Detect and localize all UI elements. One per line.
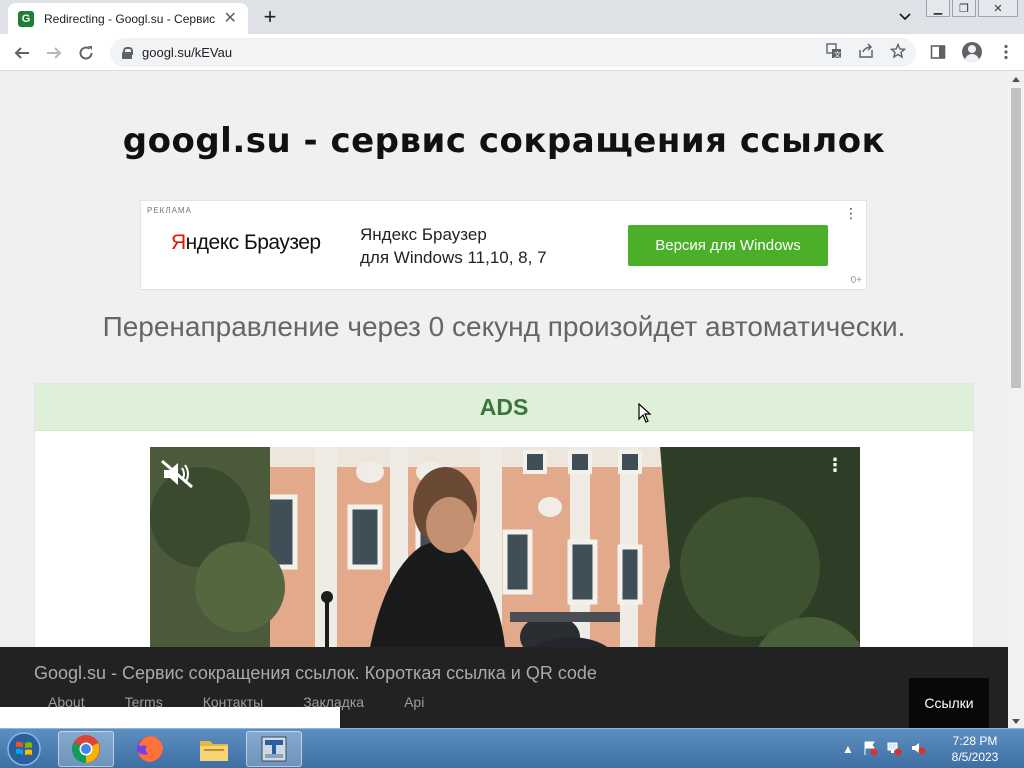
side-panel-icon[interactable]: [926, 40, 950, 64]
new-tab-button[interactable]: +: [258, 4, 282, 29]
clock-time: 7:28 PM: [952, 734, 998, 748]
footer-link-api[interactable]: Api: [404, 694, 424, 710]
footer-brand[interactable]: Googl.su - Сервис сокращения ссылок. Кор…: [34, 663, 597, 684]
taskbar-firefox-icon[interactable]: [122, 731, 178, 767]
address-url[interactable]: googl.su/kEVau: [142, 45, 232, 60]
taskbar-clock[interactable]: 7:28 PM 8/5/2023: [940, 733, 1010, 765]
ad-age-rating: 0+: [850, 275, 862, 286]
network-icon[interactable]: [886, 740, 902, 759]
ad-text-line1: Яндекс Браузер: [360, 225, 487, 244]
clock-date: 8/5/2023: [951, 750, 999, 764]
window-close-button[interactable]: ✕: [978, 0, 1018, 17]
ad-text[interactable]: Яндекс Браузер для Windows 11,10, 8, 7: [360, 223, 547, 269]
scroll-down-arrow-icon[interactable]: [1012, 719, 1020, 724]
redirect-message: Перенаправление через 0 секунд произойде…: [102, 311, 906, 342]
overlay-strip: [0, 707, 340, 728]
browser-menu-icon[interactable]: [994, 40, 1018, 64]
ad-menu-icon[interactable]: ⋮: [844, 205, 858, 222]
ad-label: РЕКЛАМА: [147, 206, 192, 215]
page-viewport: googl.su - сервис сокращения ссылок РЕКЛ…: [0, 71, 1008, 728]
bookmark-star-icon[interactable]: [889, 42, 907, 63]
links-button[interactable]: Ссылки: [909, 678, 989, 728]
browser-toolbar: googl.su/kEVau 文: [0, 34, 1024, 71]
video-menu-icon[interactable]: ⋮: [826, 455, 844, 476]
translate-icon[interactable]: 文: [826, 42, 842, 63]
action-center-flag-icon[interactable]: [862, 740, 878, 759]
taskbar-app-icon[interactable]: [246, 731, 302, 767]
taskbar-chrome-icon[interactable]: [58, 731, 114, 767]
tab-search-chevron-icon[interactable]: [894, 6, 916, 28]
volume-muted-icon[interactable]: [910, 740, 926, 759]
ads-panel-title: ADS: [35, 384, 973, 431]
scrollbar-thumb[interactable]: [1011, 88, 1021, 388]
yandex-browser-logo[interactable]: Яндекс Браузер: [171, 231, 321, 255]
lock-icon[interactable]: [122, 46, 133, 59]
scroll-up-arrow-icon[interactable]: [1012, 77, 1020, 82]
profile-avatar-icon[interactable]: [962, 42, 982, 62]
start-button[interactable]: [4, 731, 44, 767]
taskbar-explorer-icon[interactable]: [186, 731, 242, 767]
address-bar[interactable]: googl.su/kEVau 文: [110, 38, 916, 67]
mute-icon[interactable]: [160, 459, 196, 489]
tab-close-icon[interactable]: ✕: [223, 10, 239, 27]
ad-download-button[interactable]: Версия для Windows: [628, 225, 828, 266]
mouse-cursor-icon: [638, 403, 652, 423]
window-controls: ▁ ❐ ✕: [926, 0, 1018, 18]
site-title: googl.su - сервис сокращения ссылок: [122, 121, 886, 161]
reload-icon[interactable]: [73, 40, 99, 66]
share-icon[interactable]: [858, 42, 874, 63]
tab-title: Redirecting - Googl.su - Сервис: [44, 11, 215, 26]
tab-strip: G Redirecting - Googl.su - Сервис ✕ + ▁ …: [0, 0, 1024, 34]
site-favicon-icon: G: [18, 10, 34, 27]
system-tray: ▲: [842, 729, 926, 768]
maximize-button[interactable]: ❐: [952, 0, 976, 17]
yandex-ad-banner[interactable]: РЕКЛАМА ⋮ Яндекс Браузер Яндекс Браузер …: [140, 200, 867, 290]
page-scrollbar[interactable]: [1008, 71, 1024, 728]
windows-taskbar: ▲ 7:28 PM 8/5/2023: [0, 728, 1024, 768]
minimize-button[interactable]: ▁: [926, 0, 950, 17]
tray-expand-icon[interactable]: ▲: [842, 742, 854, 756]
svg-text:文: 文: [834, 50, 841, 59]
tab-redirecting[interactable]: G Redirecting - Googl.su - Сервис ✕: [8, 3, 248, 34]
back-arrow-icon[interactable]: [9, 40, 35, 66]
ad-text-line2: для Windows 11,10, 8, 7: [360, 248, 547, 267]
forward-arrow-icon[interactable]: [41, 40, 67, 66]
